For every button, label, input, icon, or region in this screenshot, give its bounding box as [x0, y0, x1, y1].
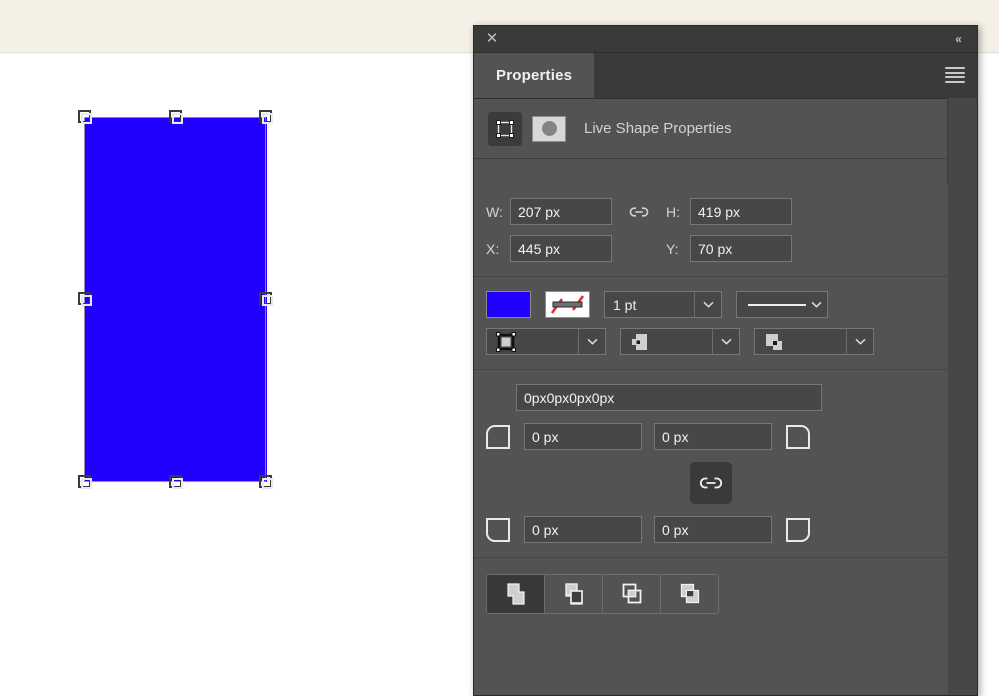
app-root: ✕ « Properties Live Shape Properties W: … [0, 0, 999, 696]
transform-handle-bottom-center[interactable] [169, 475, 183, 489]
appearance-section: 1 pt [474, 277, 948, 370]
stroke-align-center-glyph [496, 331, 516, 352]
corner-radius-top-right-input[interactable] [654, 423, 772, 450]
corner-radius-top-left-icon [486, 424, 510, 449]
y-label: Y: [666, 240, 679, 257]
transform-handle-top-right[interactable] [259, 110, 273, 124]
properties-panel: ✕ « Properties Live Shape Properties W: … [473, 25, 978, 696]
x-input[interactable] [510, 235, 612, 262]
path-operations-row [474, 574, 948, 614]
width-label: W: [486, 203, 503, 220]
width-input[interactable] [510, 198, 612, 225]
subtract-front-shape-button[interactable] [545, 575, 603, 613]
live-shape-path-icon[interactable] [488, 111, 522, 146]
chevron-down-glyph [720, 338, 732, 345]
transform-handle-middle-left[interactable] [78, 292, 92, 306]
exclude-shape-icon [680, 583, 699, 604]
tab-properties-label: Properties [496, 67, 573, 84]
stroke-cap-butt-icon [621, 331, 712, 353]
close-icon[interactable]: ✕ [484, 31, 500, 47]
mask-ellipse-glyph [541, 121, 557, 136]
transform-handle-middle-right[interactable] [259, 292, 273, 306]
ellipse-mask-thumbnail[interactable] [532, 115, 566, 142]
chevron-down-icon[interactable] [694, 292, 721, 317]
combine-shapes-button[interactable] [487, 575, 545, 613]
chevron-down-icon[interactable] [712, 329, 739, 354]
stroke-corner-miter-glyph [766, 333, 782, 350]
panel-content: W: H: X: Y: [474, 184, 948, 695]
transform-handle-top-center[interactable] [169, 110, 183, 124]
path-operations-section [474, 558, 948, 628]
stroke-cap-dropdown[interactable] [620, 328, 740, 355]
chevron-down-glyph [702, 301, 714, 308]
transform-handle-bottom-right[interactable] [259, 475, 273, 489]
chevron-down-glyph [811, 301, 822, 308]
fill-color-swatch[interactable] [486, 291, 531, 318]
intersect-shape-areas-button[interactable] [603, 575, 661, 613]
corner-radius-bottom-right-icon [786, 517, 810, 542]
chevron-down-icon[interactable] [806, 292, 827, 317]
stroke-style-preview [737, 303, 806, 306]
x-label: X: [486, 240, 500, 257]
stroke-none-glyph [550, 295, 585, 314]
stroke-align-center-icon [487, 331, 578, 353]
chevron-down-icon[interactable] [846, 329, 873, 354]
link-chain-glyph [629, 206, 649, 217]
size-row: W: H: [474, 198, 948, 225]
radius-link-row [474, 462, 948, 504]
path-operations-group [486, 574, 719, 614]
live-shape-path-glyph [496, 119, 514, 138]
corner-radius-top-right-icon [786, 424, 810, 449]
radius-summary-row [474, 384, 948, 411]
corner-radius-bottom-left-input[interactable] [524, 516, 642, 543]
tab-properties[interactable]: Properties [474, 53, 595, 98]
stroke-corner-miter-icon [755, 331, 846, 353]
blue-rectangle-shape[interactable] [84, 117, 267, 482]
stroke-options-row [474, 328, 948, 355]
panel-empty-space [474, 628, 948, 695]
stroke-style-dropdown[interactable] [736, 291, 828, 318]
stroke-weight-dropdown[interactable]: 1 pt [604, 291, 722, 318]
fill-stroke-row: 1 pt [474, 291, 948, 318]
height-label: H: [666, 203, 680, 220]
panel-tabbar: Properties [474, 53, 977, 99]
stroke-align-dropdown[interactable] [486, 328, 606, 355]
live-shape-header-label: Live Shape Properties [584, 120, 732, 137]
exclude-overlapping-shapes-button[interactable] [661, 575, 718, 613]
stroke-none-swatch[interactable] [545, 291, 590, 318]
corner-radius-summary-input[interactable] [516, 384, 822, 411]
corner-radius-bottom-left-icon [486, 517, 510, 542]
stroke-corner-dropdown[interactable] [754, 328, 874, 355]
transform-handle-top-left[interactable] [78, 110, 92, 124]
double-chevron-left-icon[interactable]: « [949, 31, 967, 47]
hamburger-menu-icon[interactable] [945, 67, 965, 83]
stroke-weight-value: 1 pt [613, 296, 637, 313]
corner-radius-bottom-right-input[interactable] [654, 516, 772, 543]
solid-line-icon [748, 303, 806, 306]
chevron-down-icon[interactable] [578, 329, 605, 354]
position-row: X: Y: [474, 235, 948, 262]
stroke-cap-butt-glyph [632, 333, 647, 350]
link-corners-icon[interactable] [690, 462, 732, 504]
y-input[interactable] [690, 235, 792, 262]
chevron-down-glyph [586, 338, 598, 345]
transform-handle-bottom-left[interactable] [78, 475, 92, 489]
height-input[interactable] [690, 198, 792, 225]
link-dimensions-icon[interactable] [626, 201, 652, 223]
panel-titlebar: ✕ « [474, 26, 977, 53]
subtract-shape-icon [564, 583, 583, 605]
corner-radius-section [474, 370, 948, 558]
transform-section: W: H: X: Y: [474, 184, 948, 277]
chevron-down-glyph [854, 338, 866, 345]
radius-bottom-row [474, 516, 948, 543]
position-spacer [626, 238, 652, 260]
corner-radius-top-left-input[interactable] [524, 423, 642, 450]
new-layer-shape-icon [506, 583, 525, 605]
live-shape-header: Live Shape Properties [474, 99, 977, 159]
link-corners-glyph [699, 477, 723, 489]
intersect-shape-icon [622, 583, 641, 604]
radius-top-row [474, 423, 948, 450]
panel-scrollbar-track[interactable] [947, 98, 977, 695]
